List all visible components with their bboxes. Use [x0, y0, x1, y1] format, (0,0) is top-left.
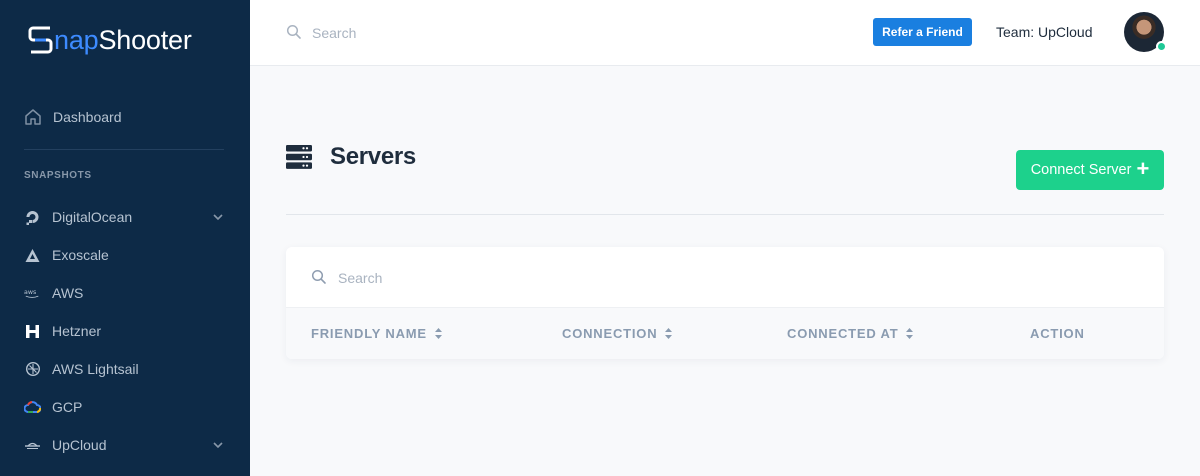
sidebar-item-label: DigitalOcean: [52, 209, 133, 225]
search-icon: [286, 24, 301, 39]
sidebar-item-gcp[interactable]: GCP: [0, 389, 250, 425]
home-icon: [25, 109, 41, 125]
sidebar-item-aws-lightsail[interactable]: AWS Lightsail: [0, 351, 250, 387]
sidebar-item-label: Dashboard: [53, 109, 122, 125]
sort-icon: [434, 328, 442, 339]
plus-icon: +: [1136, 156, 1150, 181]
sidebar-item-label: GCP: [52, 399, 83, 415]
chevron-down-icon[interactable]: [212, 439, 224, 451]
column-header-action: ACTION: [1030, 326, 1085, 341]
svg-text:aws: aws: [24, 289, 36, 296]
sidebar: nap Shooter Dashboard SNAPSHOTS DigitalOc…: [0, 0, 250, 476]
column-header-label: ACTION: [1030, 326, 1085, 341]
column-header-connected-at[interactable]: CONNECTED AT: [787, 326, 914, 341]
aws-icon: aws: [24, 285, 41, 302]
upcloud-icon: [24, 437, 41, 454]
global-search-input[interactable]: [312, 22, 572, 44]
sidebar-item-hetzner[interactable]: Hetzner: [0, 313, 250, 349]
exoscale-icon: [24, 247, 41, 264]
connect-server-label: Connect Server: [1030, 162, 1132, 178]
column-header-connection[interactable]: CONNECTION: [562, 326, 673, 341]
sidebar-item-label: UpCloud: [52, 437, 107, 453]
online-status-indicator: [1156, 41, 1167, 52]
sidebar-item-exoscale[interactable]: Exoscale: [0, 237, 250, 273]
column-header-label: CONNECTION: [562, 326, 658, 341]
logo-accent-text: nap: [54, 24, 99, 55]
sidebar-item-label: AWS: [52, 285, 84, 301]
sidebar-item-label: Hetzner: [52, 323, 102, 339]
servers-search-input[interactable]: [338, 267, 738, 289]
sidebar-item-label: AWS Lightsail: [52, 361, 139, 377]
section-label-snapshots: SNAPSHOTS: [24, 170, 92, 181]
page-title: Servers: [330, 143, 416, 170]
sidebar-item-label: Exoscale: [52, 247, 109, 263]
hetzner-icon: [24, 323, 41, 340]
lightsail-icon: [24, 361, 41, 378]
table-header: FRIENDLY NAME CONNECTION CONNECTED AT AC…: [286, 307, 1164, 359]
team-selector[interactable]: Team: UpCloud: [996, 24, 1093, 40]
header-divider: [286, 214, 1164, 215]
servers-table-card: FRIENDLY NAME CONNECTION CONNECTED AT AC…: [286, 247, 1164, 359]
connect-server-button[interactable]: Connect Server +: [1016, 150, 1164, 190]
logo-text: Shooter: [98, 24, 192, 55]
topbar: Refer a Friend Team: UpCloud: [250, 0, 1200, 66]
sort-icon: [665, 328, 673, 339]
refer-a-friend-button[interactable]: Refer a Friend: [873, 18, 972, 46]
search-icon: [311, 269, 326, 284]
sidebar-item-upcloud[interactable]: UpCloud: [0, 427, 250, 463]
gcp-icon: [24, 399, 41, 416]
logo-s-mark-icon: [28, 26, 53, 54]
sidebar-item-aws[interactable]: aws AWS: [0, 275, 250, 311]
column-header-label: FRIENDLY NAME: [311, 326, 427, 341]
sidebar-divider: [24, 149, 224, 150]
sidebar-item-dashboard[interactable]: Dashboard: [0, 98, 250, 136]
column-header-label: CONNECTED AT: [787, 326, 899, 341]
chevron-down-icon[interactable]: [212, 211, 224, 223]
server-stack-icon: [286, 145, 312, 169]
column-header-friendly-name[interactable]: FRIENDLY NAME: [311, 326, 442, 341]
sort-icon: [906, 328, 914, 339]
digitalocean-icon: [24, 209, 41, 226]
sidebar-item-digitalocean[interactable]: DigitalOcean: [0, 199, 250, 235]
app-logo[interactable]: nap Shooter: [28, 18, 192, 62]
